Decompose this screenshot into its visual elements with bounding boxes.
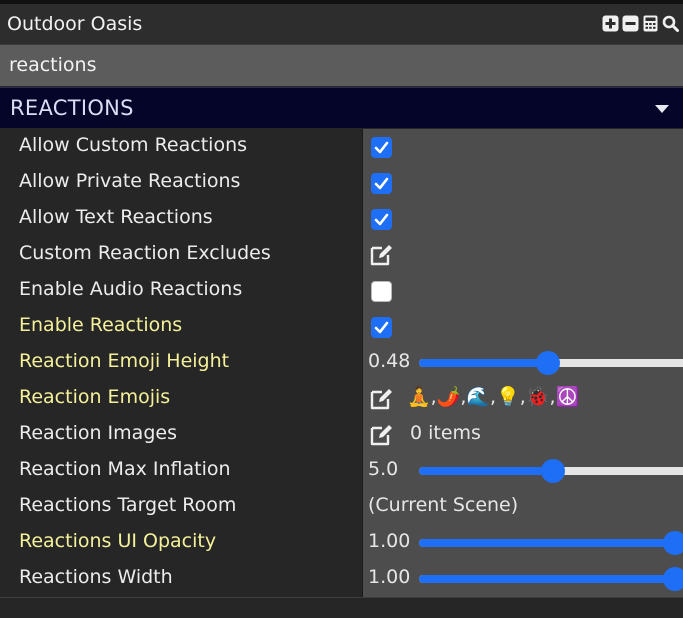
property-label: Allow Private Reactions	[19, 170, 241, 192]
items-count: 0 items	[410, 422, 481, 444]
property-value-cell: 0 items	[363, 417, 683, 453]
property-value-cell: 1.00	[363, 525, 683, 561]
checkbox[interactable]	[371, 137, 392, 158]
checkbox[interactable]	[371, 209, 392, 230]
property-row: Allow Text Reactions	[0, 201, 683, 237]
property-label: Reactions UI Opacity	[19, 530, 217, 552]
property-label: Reaction Emojis	[19, 386, 171, 408]
property-row: Reaction Emoji Height 0.48	[0, 345, 683, 381]
slider-track[interactable]	[419, 531, 683, 555]
slider-value: 1.00	[368, 566, 411, 588]
property-label: Custom Reaction Excludes	[19, 242, 271, 264]
property-label: Allow Custom Reactions	[19, 134, 248, 156]
property-label: Enable Audio Reactions	[19, 278, 243, 300]
property-value-cell	[363, 309, 683, 345]
property-label-cell: Allow Private Reactions	[0, 165, 362, 201]
slider-fill	[419, 575, 675, 583]
property-label-cell: Reactions UI Opacity	[0, 525, 362, 561]
slider-value: 1.00	[368, 530, 411, 552]
property-value-cell	[363, 129, 683, 165]
property-label-cell: Reactions Width	[0, 561, 362, 597]
property-label: Allow Text Reactions	[19, 206, 213, 228]
property-value-cell	[363, 165, 683, 201]
edit-icon[interactable]	[369, 423, 395, 447]
search-icon[interactable]	[662, 15, 679, 32]
property-list: Allow Custom Reactions Allow Private Reac…	[0, 129, 683, 597]
section-header-reactions[interactable]: REACTIONS	[0, 87, 683, 128]
property-label: Enable Reactions	[19, 314, 183, 336]
slider-track[interactable]	[419, 459, 683, 483]
property-row: Enable Audio Reactions	[0, 273, 683, 309]
property-label: Reaction Images	[19, 422, 177, 444]
property-row: Custom Reaction Excludes	[0, 237, 683, 273]
titlebar-icons	[602, 15, 679, 32]
property-label-cell: Reactions Target Room	[0, 489, 362, 525]
property-label-cell: Enable Reactions	[0, 309, 362, 345]
slider-thumb[interactable]	[663, 531, 683, 555]
property-row: Reactions Width 1.00	[0, 561, 683, 597]
search-bar	[0, 45, 683, 86]
panel-title: Outdoor Oasis	[7, 13, 143, 35]
collapse-caret-icon[interactable]	[655, 105, 669, 113]
property-value-cell: 🧘,🌶️,🌊,💡,🐞,☮️	[363, 381, 683, 417]
property-row: Enable Reactions	[0, 309, 683, 345]
target-room-value[interactable]: (Current Scene)	[368, 494, 518, 516]
property-row: Reaction Max Inflation 5.0	[0, 453, 683, 489]
property-label-cell: Enable Audio Reactions	[0, 273, 362, 309]
property-label: Reactions Width	[19, 566, 173, 588]
slider-fill	[419, 359, 548, 367]
property-value-cell: 5.0	[363, 453, 683, 489]
edit-icon[interactable]	[369, 387, 395, 411]
property-row: Reaction Images 0 items	[0, 417, 683, 453]
minus-box-icon[interactable]	[622, 15, 639, 32]
property-value-cell: 1.00	[363, 561, 683, 597]
property-row: Allow Custom Reactions	[0, 129, 683, 165]
property-label-cell: Reaction Max Inflation	[0, 453, 362, 489]
slider-track[interactable]	[419, 567, 683, 591]
checkbox[interactable]	[371, 173, 392, 194]
panel-titlebar: Outdoor Oasis	[0, 4, 683, 45]
property-label-cell: Reaction Emoji Height	[0, 345, 362, 381]
checkbox[interactable]	[371, 317, 392, 338]
property-label-cell: Allow Custom Reactions	[0, 129, 362, 165]
slider-value: 0.48	[368, 350, 411, 372]
property-row: Reactions Target Room (Current Scene)	[0, 489, 683, 525]
slider-thumb[interactable]	[536, 351, 560, 375]
property-row: Allow Private Reactions	[0, 165, 683, 201]
calculator-icon[interactable]	[642, 15, 659, 32]
property-row: Reaction Emojis 🧘,🌶️,🌊,💡,🐞,☮️	[0, 381, 683, 417]
property-label: Reaction Max Inflation	[19, 458, 231, 480]
slider-fill	[419, 539, 675, 547]
plus-box-icon[interactable]	[602, 15, 619, 32]
panel-footer	[0, 598, 683, 618]
property-label-cell: Custom Reaction Excludes	[0, 237, 362, 273]
slider-thumb[interactable]	[541, 459, 565, 483]
property-row: Reactions UI Opacity 1.00	[0, 525, 683, 561]
property-label-cell: Reaction Emojis	[0, 381, 362, 417]
property-value-cell: (Current Scene)	[363, 489, 683, 525]
checkbox[interactable]	[371, 281, 392, 302]
section-title: REACTIONS	[10, 96, 134, 120]
slider-value: 5.0	[368, 458, 399, 480]
property-label: Reaction Emoji Height	[19, 350, 230, 372]
property-value-cell	[363, 273, 683, 309]
search-input[interactable]	[0, 45, 669, 84]
slider-track[interactable]	[419, 351, 683, 375]
property-value-cell: 0.48	[363, 345, 683, 381]
emoji-list: 🧘,🌶️,🌊,💡,🐞,☮️	[407, 386, 580, 408]
column-divider	[362, 129, 363, 597]
property-value-cell	[363, 237, 683, 273]
property-label: Reactions Target Room	[19, 494, 237, 516]
property-label-cell: Allow Text Reactions	[0, 201, 362, 237]
property-label-cell: Reaction Images	[0, 417, 362, 453]
property-value-cell	[363, 201, 683, 237]
slider-fill	[419, 467, 553, 475]
slider-thumb[interactable]	[663, 567, 683, 591]
edit-icon[interactable]	[369, 243, 395, 267]
